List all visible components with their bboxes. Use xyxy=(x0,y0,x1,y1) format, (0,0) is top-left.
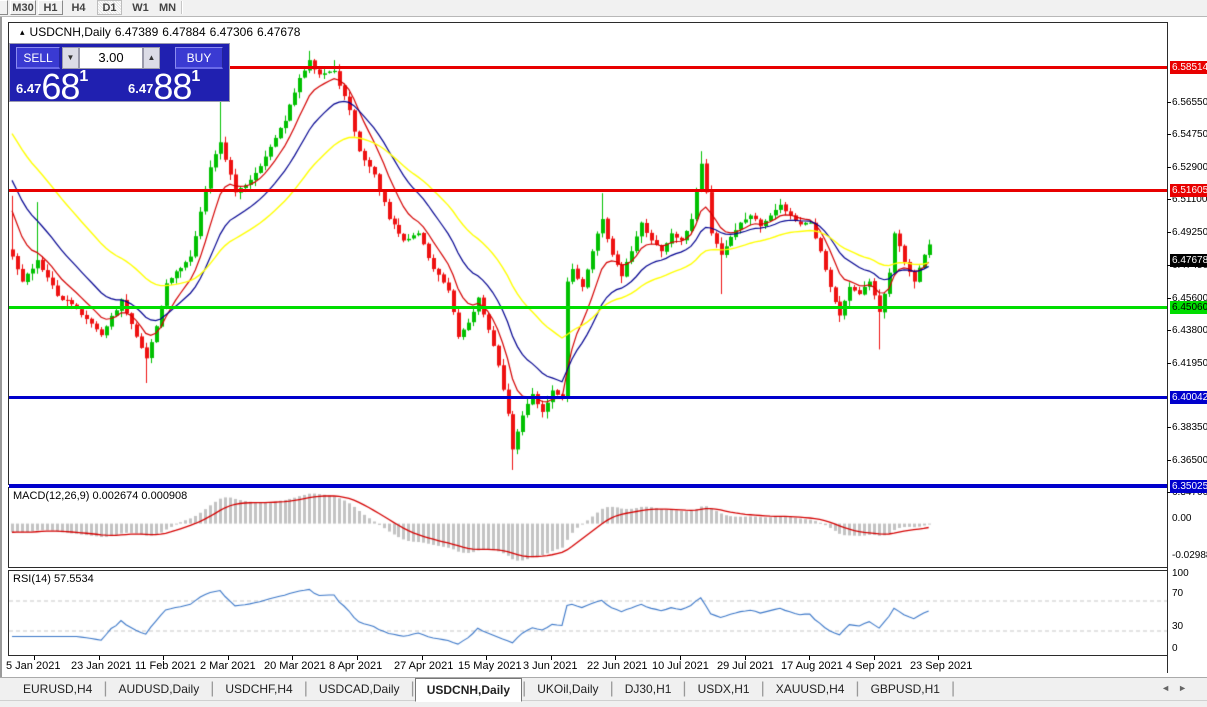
price-tick-mark xyxy=(1167,330,1171,331)
price-tick-label: 6.49250 xyxy=(1172,227,1207,238)
timeframe-button-D1[interactable]: D1 xyxy=(97,0,122,15)
price-tick-mark xyxy=(1167,134,1171,135)
tabs-holder: EURUSD,H4|AUDUSD,Daily|USDCHF,H4|USDCAD,… xyxy=(0,678,1207,702)
date-tick-label: 27 Apr 2021 xyxy=(394,660,453,672)
chart-title: ▴ USDCNH,Daily 6.47389 6.47884 6.47306 6.4767… xyxy=(20,25,304,39)
ohlc-high: 6.47884 xyxy=(162,25,205,39)
price-tick-label: 6.52900 xyxy=(1172,162,1207,173)
level-badge-6.45060: 6.45060 xyxy=(1170,301,1207,314)
rsi-label: RSI(14) 57.5534 xyxy=(13,573,94,585)
price-tick-mark xyxy=(1167,102,1171,103)
one-click-trade-panel: SELL ▼ 3.00 ▲ BUY 6.47681 6.47881 xyxy=(10,44,229,101)
chart-tab-gbpusd-h1[interactable]: GBPUSD,H1 xyxy=(860,678,951,700)
tab-scroll-right-icon[interactable]: ► xyxy=(1178,683,1195,693)
price-tick-label: 6.56550 xyxy=(1172,97,1207,108)
buy-price-pip: 1 xyxy=(191,68,200,85)
timeframe-button-MN[interactable]: MN xyxy=(155,0,180,15)
chart-tab-bar: EURUSD,H4|AUDUSD,Daily|USDCHF,H4|USDCAD,… xyxy=(0,677,1207,701)
level-line-6.51605[interactable] xyxy=(9,189,1167,192)
tab-scroll-arrows: ◄► xyxy=(1161,683,1195,693)
sell-price-pip: 1 xyxy=(79,68,88,85)
macd-pane: MACD(12,26,9) 0.002674 0.000908 xyxy=(8,487,1168,568)
tab-separator: | xyxy=(951,678,955,700)
rsi-scale-label: 70 xyxy=(1172,588,1183,599)
buy-price-prefix: 6.47 xyxy=(128,81,153,96)
date-tick-label: 20 Mar 2021 xyxy=(264,660,326,672)
bottom-edge xyxy=(0,700,1207,707)
tab-scroll-left-icon[interactable]: ◄ xyxy=(1161,683,1178,693)
chart-tab-usdcnh-daily[interactable]: USDCNH,Daily xyxy=(415,678,522,702)
chart-tab-audusd-daily[interactable]: AUDUSD,Daily xyxy=(108,678,211,700)
date-tick-label: 10 Jul 2021 xyxy=(652,660,709,672)
price-tick-mark xyxy=(1167,363,1171,364)
chart-tab-eurusd-h4[interactable]: EURUSD,H4 xyxy=(12,678,103,700)
level-badge-6.35025: 6.35025 xyxy=(1170,480,1207,493)
buy-price[interactable]: 6.47881 xyxy=(128,66,200,108)
date-tick-label: 29 Jul 2021 xyxy=(717,660,774,672)
price-tick-mark xyxy=(1167,298,1171,299)
sell-price-prefix: 6.47 xyxy=(16,81,41,96)
chart-tab-ukoil-daily[interactable]: UKOil,Daily xyxy=(526,678,609,700)
date-tick-label: 23 Sep 2021 xyxy=(910,660,972,672)
price-tick-mark xyxy=(1167,199,1171,200)
price-tick-mark xyxy=(1167,460,1171,461)
macd-label: MACD(12,26,9) 0.002674 0.000908 xyxy=(13,490,187,502)
level-line-6.40042[interactable] xyxy=(9,396,1167,399)
mt4-window: 5M30H1H4 D1 W1MN MACD(12,26,9) 0.002674 0.… xyxy=(0,0,1207,707)
price-tick-label: 6.38350 xyxy=(1172,422,1207,433)
timeframe-button-5[interactable]: 5 xyxy=(0,0,8,15)
timeframe-toolbar: 5M30H1H4 D1 W1MN xyxy=(0,0,1207,17)
chart-tab-xauusd-h4[interactable]: XAUUSD,H4 xyxy=(765,678,856,700)
timeframe-button-M30[interactable]: M30 xyxy=(10,0,36,15)
ohlc-low: 6.47306 xyxy=(210,25,253,39)
price-tick-label: 6.41950 xyxy=(1172,358,1207,369)
rsi-scale-label: 0 xyxy=(1172,643,1178,654)
level-line-6.35025[interactable] xyxy=(9,484,1167,488)
rsi-scale-label: 100 xyxy=(1172,568,1189,579)
timeframe-button-H1[interactable]: H1 xyxy=(38,0,63,15)
buy-price-big: 88 xyxy=(153,66,191,107)
level-badge-6.58514: 6.58514 xyxy=(1170,61,1207,74)
date-tick-label: 17 Aug 2021 xyxy=(781,660,843,672)
date-tick-label: 11 Feb 2021 xyxy=(135,660,196,672)
price-tick-label: 6.36500 xyxy=(1172,455,1207,466)
price-tick-label: 6.43800 xyxy=(1172,325,1207,336)
timeframe-button-H4[interactable]: H4 xyxy=(66,0,91,15)
ohlc-open: 6.47389 xyxy=(115,25,158,39)
price-tick-mark xyxy=(1167,232,1171,233)
current-price-badge: 6.47678 xyxy=(1170,254,1207,267)
macd-scale-label: -0.02988 xyxy=(1172,550,1207,561)
date-tick-label: 4 Sep 2021 xyxy=(846,660,902,672)
sell-price-big: 68 xyxy=(41,66,79,107)
date-tick-label: 3 Jun 2021 xyxy=(523,660,577,672)
level-line-6.45060[interactable] xyxy=(9,306,1167,309)
rsi-canvas[interactable] xyxy=(9,571,1167,655)
toolbar-separator xyxy=(181,1,183,14)
ohlc-close: 6.47678 xyxy=(257,25,300,39)
date-tick-label: 2 Mar 2021 xyxy=(200,660,256,672)
date-tick-label: 23 Jan 2021 xyxy=(71,660,132,672)
macd-scale-label: 0.00 xyxy=(1172,513,1191,524)
sell-price[interactable]: 6.47681 xyxy=(16,66,88,108)
chart-window: MACD(12,26,9) 0.002674 0.000908 RSI(14) … xyxy=(0,17,1207,677)
date-tick-label: 8 Apr 2021 xyxy=(329,660,382,672)
date-tick-label: 15 May 2021 xyxy=(458,660,522,672)
collapse-triangle-icon[interactable]: ▴ xyxy=(20,27,25,37)
date-tick-label: 22 Jun 2021 xyxy=(587,660,648,672)
date-tick-label: 5 Jan 2021 xyxy=(6,660,60,672)
rsi-scale-label: 30 xyxy=(1172,621,1183,632)
chart-tab-usdchf-h4[interactable]: USDCHF,H4 xyxy=(214,678,303,700)
price-tick-mark xyxy=(1167,427,1171,428)
chart-tab-dj30-h1[interactable]: DJ30,H1 xyxy=(614,678,683,700)
chart-tab-usdcad-daily[interactable]: USDCAD,Daily xyxy=(308,678,411,700)
chart-tab-usdx-h1[interactable]: USDX,H1 xyxy=(687,678,761,700)
rsi-pane: RSI(14) 57.5534 xyxy=(8,570,1168,656)
price-tick-mark xyxy=(1167,167,1171,168)
price-tick-label: 6.54750 xyxy=(1172,129,1207,140)
date-axis: 5 Jan 2021 23 Jan 202111 Feb 2021 2 Mar 20… xyxy=(2,656,1167,676)
timeframe-button-W1[interactable]: W1 xyxy=(128,0,153,15)
chart-symbol: USDCNH,Daily xyxy=(30,25,111,39)
level-badge-6.51605: 6.51605 xyxy=(1170,184,1207,197)
level-badge-6.40042: 6.40042 xyxy=(1170,391,1207,404)
